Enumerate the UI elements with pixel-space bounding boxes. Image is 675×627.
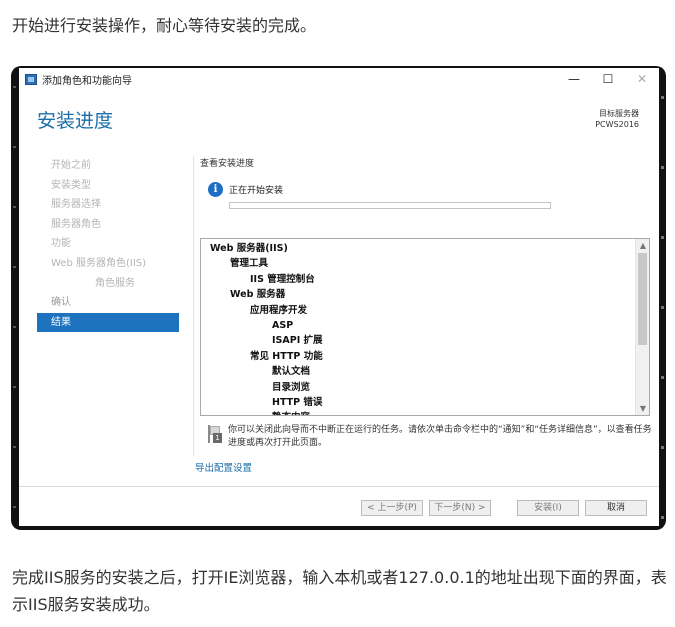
nav-item-before-you-begin: 开始之前 (51, 160, 91, 171)
feature-list-item: 常见 HTTP 功能 (250, 350, 323, 362)
title-bar: 添加角色和功能向导 — ☐ ✕ (19, 68, 659, 90)
content-pane: 查看安装进度 i 正在开始安装 Web 服务器(IIS) 管理工具 IIS 管理控制… (193, 156, 655, 456)
export-settings-link[interactable]: 导出配置设置 (195, 460, 252, 474)
scroll-up-icon[interactable]: ▲ (636, 239, 649, 252)
server-manager-icon (25, 73, 37, 85)
window-title: 添加角色和功能向导 (42, 75, 132, 87)
info-icon: i (208, 182, 223, 197)
wizard-window: 添加角色和功能向导 — ☐ ✕ 安装进度 目标服务器 PCWS2016 开始之前… (19, 68, 659, 526)
notification-count-badge: 1 (213, 433, 222, 443)
nav-item-results[interactable]: 结果 (37, 312, 179, 333)
notification-note-text: 你可以关闭此向导而不中断正在运行的任务。请依次单击命令栏中的“通知”和“任务详细… (228, 425, 652, 448)
nav-item-web-server-role: Web 服务器角色(IIS) (51, 257, 147, 269)
nav-item-features: 功能 (51, 238, 71, 250)
wizard-footer: < 上一步(P) 下一步(N) > 安装(I) 取消 (19, 486, 659, 526)
feature-list-item: 应用程序开发 (250, 304, 308, 316)
feature-list-scrollbar[interactable]: ▲ ▼ (635, 239, 649, 415)
target-server-name: PCWS2016 (595, 120, 639, 129)
scroll-down-icon[interactable]: ▼ (636, 402, 649, 415)
nav-item-server-roles: 服务器角色 (51, 218, 101, 230)
install-status: 正在开始安装 (229, 186, 284, 196)
close-button[interactable]: ✕ (625, 68, 659, 90)
next-button[interactable]: 下一步(N) > (429, 500, 491, 516)
nav-item-server-selection: 服务器选择 (51, 199, 101, 211)
feature-list-content: Web 服务器(IIS) 管理工具 IIS 管理控制台 Web 服务器应用程序开发 AS… (201, 239, 635, 415)
article-paragraph-bottom: 完成IIS服务的安装之后，打开IE浏览器，输入本机或者127.0.0.1的地址出… (12, 568, 667, 614)
feature-list-item: Web 服务器 (230, 289, 286, 301)
wizard-header: 安装进度 目标服务器 PCWS2016 (19, 90, 659, 140)
frame-decoration-right (661, 66, 664, 530)
feature-list-item: 静态内容 (201, 410, 635, 415)
cancel-button[interactable]: 取消 (585, 500, 647, 516)
article-paragraph-top: 开始进行安装操作，耐心等待安装的完成。 (12, 16, 317, 35)
feature-list-item: 目录浏览 (272, 381, 311, 393)
notification-flag-icon: 1 (208, 425, 222, 443)
nav-item-role-services: 角色服务 (95, 277, 135, 289)
feature-list-item: IIS 管理控制台 (250, 273, 315, 285)
nav-item-installation-type: 安装类型 (51, 179, 91, 191)
screenshot-frame: 添加角色和功能向导 — ☐ ✕ 安装进度 目标服务器 PCWS2016 开始之前… (11, 66, 666, 530)
scroll-thumb[interactable] (638, 253, 647, 345)
install-button[interactable]: 安装(I) (517, 500, 579, 516)
previous-button[interactable]: < 上一步(P) (361, 500, 423, 516)
feature-list-item: ASP (272, 319, 294, 331)
nav-item-confirmation[interactable]: 确认 (37, 293, 179, 313)
target-server-info: 目标服务器 PCWS2016 (595, 108, 639, 130)
feature-list-item: 管理工具 (230, 258, 269, 270)
notification-note: 1 你可以关闭此向导而不中断正在运行的任务。请依次单击命令栏中的“通知”和“任务… (202, 424, 652, 450)
feature-list-item: HTTP 错误 (272, 396, 323, 408)
wizard-nav: 开始之前 安装类型 服务器选择 服务器角色 功能 Web 服务器角色(IIS) … (37, 156, 179, 333)
frame-decoration-left (13, 66, 16, 530)
minimize-button[interactable]: — (557, 68, 591, 90)
page-title: 安装进度 (37, 110, 114, 132)
feature-list-item: Web 服务器(IIS) (210, 243, 288, 254)
install-progress-bar (229, 202, 551, 209)
maximize-button[interactable]: ☐ (591, 68, 625, 90)
target-server-label: 目标服务器 (599, 109, 639, 118)
feature-list-item: ISAPI 扩展 (272, 335, 323, 347)
feature-list-item: 默认文档 (272, 366, 311, 378)
feature-list[interactable]: Web 服务器(IIS) 管理工具 IIS 管理控制台 Web 服务器应用程序开发 AS… (200, 238, 650, 416)
section-title: 查看安装进度 (200, 159, 255, 169)
